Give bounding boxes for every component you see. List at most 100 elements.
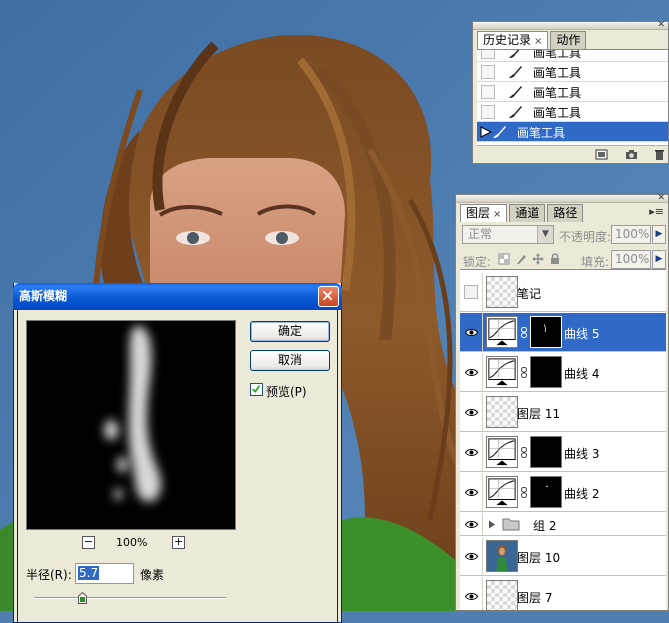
history-item[interactable]: 画笔工具 — [477, 62, 668, 82]
brush-tool-icon — [493, 126, 506, 138]
visibility-cell[interactable] — [460, 393, 483, 431]
preview-image — [27, 321, 235, 529]
link-chain-icon[interactable] — [521, 327, 527, 338]
layer-options-row: 正常 ▼ 不透明度: 100% ▶ — [460, 222, 666, 246]
zoom-out-button[interactable]: − — [82, 536, 95, 549]
new-document-from-state-icon[interactable] — [595, 149, 608, 160]
history-panel: ✕ 历史记录 × 动作 画笔工具 画笔工具 画笔工具 画笔工具 画笔工具 — [472, 21, 669, 164]
layer-row[interactable]: 曲线 4 — [460, 353, 666, 392]
blend-mode-value: 正常 — [468, 227, 493, 241]
visibility-cell[interactable] — [460, 353, 483, 391]
cancel-button[interactable]: 取消 — [250, 350, 330, 371]
eye-icon[interactable] — [465, 592, 478, 601]
tab-history[interactable]: 历史记录 × — [477, 31, 549, 49]
dialog-titlebar[interactable]: 高斯模糊 — [13, 283, 342, 310]
ok-button[interactable]: 确定 — [250, 321, 330, 342]
history-item[interactable]: 画笔工具 — [477, 49, 668, 62]
layer-row[interactable]: 图层 10 — [460, 537, 666, 576]
visibility-cell[interactable] — [460, 577, 483, 610]
link-chain-icon[interactable] — [521, 487, 527, 498]
snapshot-camera-icon[interactable] — [625, 149, 638, 160]
history-source-box[interactable] — [481, 50, 495, 59]
layer-mask-thumbnail[interactable] — [530, 356, 562, 388]
eye-icon[interactable] — [465, 368, 478, 377]
history-list: 画笔工具 画笔工具 画笔工具 画笔工具 画笔工具 — [477, 49, 668, 163]
visibility-cell[interactable] — [460, 473, 483, 511]
visibility-cell[interactable] — [460, 433, 483, 471]
zoom-in-button[interactable]: + — [172, 536, 185, 549]
history-panel-titlebar[interactable]: ✕ — [473, 21, 668, 30]
history-item-label: 画笔工具 — [517, 126, 566, 140]
lock-position-icon[interactable] — [532, 253, 544, 265]
radius-input[interactable]: 5.7 — [75, 563, 134, 584]
tab-history-label: 历史记录 — [483, 33, 532, 47]
history-item-label: 画笔工具 — [533, 106, 582, 120]
layer-mask-thumbnail[interactable] — [530, 316, 562, 348]
expand-triangle-icon[interactable] — [488, 520, 496, 529]
gaussian-blur-dialog: 高斯模糊 − 100% + 确定 取消 预览(P) 半径(R): 5.7 像素 — [13, 283, 342, 623]
history-item[interactable]: 画笔工具 — [477, 102, 668, 122]
lock-pixels-icon[interactable] — [515, 253, 527, 265]
link-chain-icon[interactable] — [521, 367, 527, 378]
lock-all-icon[interactable] — [549, 253, 561, 265]
opacity-label: 不透明度: — [559, 230, 612, 244]
history-item[interactable]: 画笔工具 — [477, 82, 668, 102]
history-item-label: 画笔工具 — [533, 49, 582, 60]
curves-adjustment-icon — [486, 356, 518, 388]
eye-icon[interactable] — [465, 448, 478, 457]
layer-name: 曲线 5 — [564, 327, 600, 341]
opacity-arrow-icon[interactable]: ▶ — [652, 225, 666, 244]
blend-mode-select[interactable]: 正常 ▼ — [462, 225, 554, 244]
lock-transparency-icon[interactable] — [498, 253, 510, 265]
layer-row[interactable]: 图层 7 — [460, 577, 666, 610]
visibility-toggle-off[interactable] — [464, 285, 478, 299]
tab-close-icon[interactable]: × — [493, 209, 501, 220]
layer-row[interactable]: 图层 11 — [460, 393, 666, 432]
fill-field[interactable]: 100% — [611, 250, 651, 269]
tab-close-icon[interactable]: × — [534, 36, 542, 47]
fill-arrow-icon[interactable]: ▶ — [652, 250, 666, 269]
close-button[interactable] — [318, 286, 339, 307]
radius-unit: 像素 — [140, 568, 165, 582]
layer-mask-thumbnail[interactable] — [530, 476, 562, 508]
layer-row[interactable]: 笔记 — [460, 273, 666, 312]
layer-mask-thumbnail[interactable] — [530, 436, 562, 468]
brush-tool-icon — [509, 86, 522, 98]
tab-actions[interactable]: 动作 — [550, 31, 587, 49]
link-chain-icon[interactable] — [521, 447, 527, 458]
history-source-box[interactable] — [481, 65, 495, 79]
panel-menu-icon[interactable]: ▸≡ — [649, 205, 664, 218]
history-source-box[interactable] — [481, 105, 495, 119]
eye-icon[interactable] — [465, 408, 478, 417]
layers-panel-titlebar[interactable]: ✕ — [456, 194, 668, 203]
eye-icon[interactable] — [465, 520, 478, 529]
tab-channels[interactable]: 通道 — [509, 204, 546, 222]
tab-paths[interactable]: 路径 — [547, 204, 584, 222]
history-source-box[interactable] — [481, 85, 495, 99]
radius-slider-track[interactable] — [34, 597, 226, 599]
visibility-cell[interactable] — [460, 537, 483, 575]
layer-row[interactable]: 曲线 2 — [460, 473, 666, 512]
layer-row[interactable]: 曲线 3 — [460, 433, 666, 472]
panel-collapse-icon[interactable]: ✕ — [657, 21, 665, 30]
preview-checkbox[interactable] — [250, 383, 263, 396]
tab-layers[interactable]: 图层 × — [460, 204, 508, 222]
eye-icon[interactable] — [465, 328, 478, 337]
layer-row-selected[interactable]: 曲线 5 — [460, 313, 666, 352]
layer-thumbnail — [486, 580, 518, 610]
layer-group-row[interactable]: 组 2 — [460, 513, 666, 536]
eye-icon[interactable] — [465, 488, 478, 497]
lock-label: 锁定: — [463, 255, 492, 269]
visibility-cell[interactable] — [460, 313, 483, 351]
opacity-field[interactable]: 100% — [611, 225, 651, 244]
curves-adjustment-icon — [486, 436, 518, 468]
visibility-cell[interactable] — [460, 513, 483, 535]
history-tabs: 历史记录 × 动作 — [477, 31, 588, 49]
blur-preview[interactable] — [26, 320, 236, 530]
eye-icon[interactable] — [465, 552, 478, 561]
trash-icon[interactable] — [653, 149, 666, 160]
visibility-cell[interactable] — [460, 273, 483, 311]
panel-collapse-icon[interactable]: ✕ — [657, 194, 665, 203]
radius-slider-thumb[interactable] — [78, 592, 87, 604]
history-item-current[interactable]: 画笔工具 — [477, 122, 668, 142]
